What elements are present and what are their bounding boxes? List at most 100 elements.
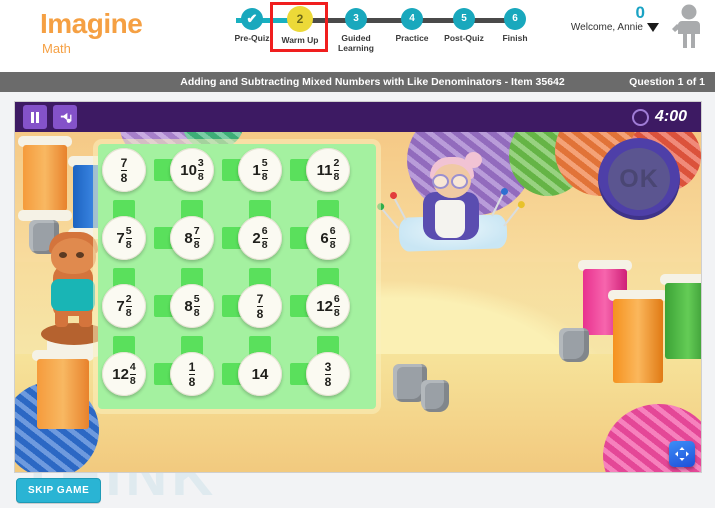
welcome-text: Welcome, Annie (570, 22, 643, 33)
tile-denominator: 8 (256, 305, 264, 321)
game-timer: 4:00 (631, 108, 693, 126)
board-tile-r2-c4[interactable]: 668 (306, 216, 350, 260)
ok-button[interactable]: OK (598, 138, 680, 220)
dinosaur-character (41, 224, 107, 357)
thread-spool-orange-right (608, 290, 668, 394)
timer-circle-icon (631, 108, 649, 126)
step-6-label: Finish (502, 33, 528, 43)
lesson-progress-stepper: 1 Pre-Quiz 2 Warm Up 3 Guided Learning 4… (222, 2, 528, 58)
tile-value: 10 3 8 (180, 158, 204, 182)
chevron-down-icon[interactable] (647, 23, 659, 32)
tile-denominator: 8 (193, 305, 200, 319)
step-4-number: 4 (401, 8, 423, 30)
avatar[interactable] (669, 4, 705, 50)
tile-numerator: 2 (333, 157, 340, 169)
board-tile-r3-c4[interactable]: 12 6 8 (306, 284, 350, 328)
game-player-frame: 4:00 7 8 10 3 8 1 5 8 11 2 8 7 5 8 8 7 8… (14, 101, 702, 473)
tile-denominator: 8 (333, 169, 340, 183)
tile-value: 11 2 8 (317, 158, 340, 182)
tile-whole-number: 11 (316, 161, 333, 179)
tile-fraction: 58 (193, 293, 200, 319)
tile-value: 38 (324, 361, 332, 388)
tile-numerator: 7 (193, 225, 200, 237)
tile-numerator: 6 (333, 293, 340, 305)
tile-value: 858 (184, 293, 200, 319)
app-header: Imagine Math 1 Pre-Quiz 2 Warm Up 3 Guid… (0, 0, 715, 72)
tile-value: 14 (252, 366, 269, 383)
tile-numerator: 1 (188, 359, 196, 374)
board-tile-r4-c1[interactable]: 12 4 8 (102, 352, 146, 396)
tile-value: 878 (184, 225, 200, 250)
tile-denominator: 8 (129, 373, 136, 387)
granny-glasses-right (451, 174, 468, 189)
pause-icon (31, 111, 39, 123)
tile-whole-number: 8 (184, 229, 193, 247)
step-3-label: Guided Learning (338, 33, 374, 53)
board-tile-r4-c3[interactable]: 14 (238, 352, 282, 396)
dino-eye-left (59, 252, 67, 258)
fullscreen-button[interactable] (669, 441, 695, 467)
granny-glasses-left (432, 174, 449, 189)
tile-fraction: 68 (329, 226, 336, 251)
step-3-number: 3 (345, 8, 367, 30)
tile-whole-number: 7 (116, 297, 125, 315)
tile-denominator: 8 (329, 237, 336, 251)
tile-value: 758 (116, 226, 132, 251)
tile-value: 78 (256, 293, 264, 321)
step-5-number: 5 (453, 8, 475, 30)
step-6-number: 6 (504, 8, 526, 30)
board-tile-r2-c2[interactable]: 878 (170, 216, 214, 260)
question-counter: Question 1 of 1 (629, 76, 705, 88)
board-tile-r3-c3[interactable]: 78 (238, 284, 282, 328)
step-practice[interactable]: 4 Practice (382, 6, 442, 43)
tile-fraction: 28 (333, 157, 340, 183)
thread-spool-orange-base-left (32, 350, 94, 440)
ok-button-inner: OK (608, 148, 670, 210)
board-tile-r1-c2[interactable]: 10 3 8 (170, 148, 214, 192)
tile-fraction: 78 (120, 157, 128, 184)
tile-value: 18 (188, 359, 196, 388)
fullscreen-arrows-icon (675, 447, 689, 461)
user-menu[interactable]: Welcome, Annie (571, 22, 659, 33)
pause-button[interactable] (23, 105, 47, 129)
board-tile-r1-c3[interactable]: 158 (238, 148, 282, 192)
tile-whole-number: 10 (180, 161, 197, 179)
tile-value: 268 (252, 225, 268, 250)
tile-denominator: 8 (125, 237, 132, 251)
board-tile-r3-c1[interactable]: 728 (102, 284, 146, 328)
tile-whole-number: 6 (320, 229, 329, 247)
tile-numerator: 6 (261, 225, 268, 237)
tile-value: 12 6 8 (316, 294, 340, 318)
board-tile-r1-c1[interactable]: 78 (102, 148, 146, 192)
tile-value: 78 (120, 157, 128, 184)
step-4-label: Practice (395, 33, 429, 43)
active-step-highlight-box (270, 2, 328, 52)
dino-eye-right (76, 252, 84, 258)
step-finish[interactable]: 6 Finish (485, 6, 545, 43)
tile-numerator: 5 (261, 157, 268, 169)
timer-value: 4:00 (654, 108, 687, 125)
board-tile-r4-c4[interactable]: 38 (306, 352, 350, 396)
board-tile-r3-c2[interactable]: 858 (170, 284, 214, 328)
tile-fraction: 38 (324, 361, 332, 388)
tile-whole-number: 1 (252, 161, 261, 179)
dino-head (51, 238, 96, 274)
skip-game-button[interactable]: SKIP GAME (16, 478, 102, 503)
board-tile-r1-c4[interactable]: 11 2 8 (306, 148, 350, 192)
tile-whole-number: 12 (316, 297, 333, 315)
audio-button[interactable] (53, 105, 77, 129)
board-tile-r2-c1[interactable]: 758 (102, 216, 146, 260)
tile-fraction: 18 (188, 359, 196, 388)
score-block: 0 Welcome, Annie (571, 4, 665, 33)
tile-whole-number: 14 (251, 365, 269, 383)
step-guided-learning[interactable]: 3 Guided Learning (326, 6, 386, 53)
board-tile-r2-c3[interactable]: 268 (238, 216, 282, 260)
tile-fraction: 68 (261, 225, 268, 250)
brand-logo: Imagine Math (40, 10, 143, 57)
tile-numerator: 5 (193, 293, 200, 305)
tile-fraction: 58 (261, 157, 268, 182)
tile-whole-number: 7 (116, 229, 125, 247)
tile-whole-number: 2 (252, 229, 261, 247)
tile-fraction: 68 (333, 293, 340, 318)
board-tile-r4-c2[interactable]: 18 (170, 352, 214, 396)
